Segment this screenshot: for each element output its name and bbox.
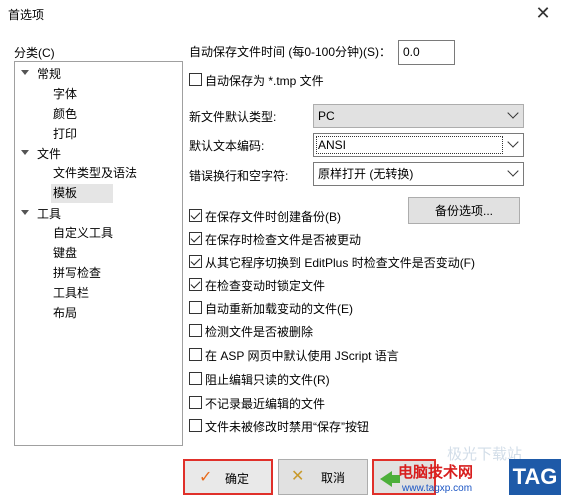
newline-label: 错误换行和空字符: — [189, 169, 289, 183]
checkbox-box[interactable] — [189, 301, 202, 314]
new-file-type-select[interactable]: PC — [313, 104, 524, 128]
select-value: PC — [318, 109, 335, 123]
checkbox-label: 从其它程序切换到 EditPlus 时检查文件是否变动(F) — [205, 256, 476, 270]
checkbox-box[interactable] — [189, 324, 202, 337]
checkbox-box[interactable] — [189, 348, 202, 361]
checkbox-label: 不记录最近编辑的文件 — [205, 397, 326, 411]
watermark-tag-logo: TAG — [509, 459, 561, 495]
checkmark-icon: ✓ — [199, 469, 213, 486]
autosave-label: 自动保存文件时间 (每0-100分钟)(S)： — [189, 45, 392, 59]
category-label: 分类(C) — [14, 46, 55, 60]
ok-button[interactable]: ✓ 确定 — [183, 459, 273, 495]
preferences-dialog: 首选项 ✕ 分类(C) 常规 字体 颜色 打印 文件 文件类型及语法 模板 工具… — [0, 0, 561, 499]
checkbox-box[interactable] — [189, 419, 202, 432]
cancel-button[interactable]: ✕ 取消 — [278, 459, 368, 495]
option-checkbox[interactable]: 自动重新加载变动的文件(E) — [189, 299, 399, 317]
expand-icon[interactable] — [21, 210, 29, 215]
tree-item-template[interactable]: 模板 — [51, 184, 113, 203]
expand-icon[interactable] — [21, 70, 29, 75]
tree-item-font[interactable]: 字体 — [53, 85, 77, 104]
option-checkbox[interactable]: 在保存文件时创建备份(B) — [189, 207, 399, 225]
checkbox-label: 自动重新加载变动的文件(E) — [205, 302, 353, 316]
chevron-down-icon[interactable] — [503, 163, 523, 185]
new-file-type-label: 新文件默认类型: — [189, 110, 277, 124]
checkbox-box[interactable] — [189, 372, 202, 385]
encoding-label: 默认文本编码: — [189, 139, 265, 153]
checkbox-label: 在检查变动时锁定文件 — [205, 279, 326, 293]
tree-item-label: 布局 — [53, 306, 78, 320]
tree-item-label: 常规 — [37, 67, 62, 81]
chevron-down-icon[interactable] — [503, 134, 523, 156]
tree-item-label: 工具栏 — [53, 286, 90, 300]
tree-item-label: 模板 — [53, 186, 78, 200]
option-checkbox[interactable]: 在检查变动时锁定文件 — [189, 276, 399, 294]
select-value: 原样打开 (无转换) — [318, 167, 414, 181]
tree-item-keyboard[interactable]: 键盘 — [53, 244, 77, 263]
tree-item-label: 字体 — [53, 87, 78, 101]
chevron-down-icon[interactable] — [503, 105, 523, 127]
tree-item-spellcheck[interactable]: 拼写检查 — [53, 264, 101, 283]
checkbox-label: 在 ASP 网页中默认使用 JScript 语言 — [205, 349, 399, 363]
checkbox-label: 自动保存为 *.tmp 文件 — [205, 74, 324, 88]
option-checkbox[interactable]: 文件未被修改时禁用“保存”按钮 — [189, 417, 419, 435]
select-value: ANSI — [318, 138, 347, 152]
autosave-input[interactable]: 0.0 — [398, 40, 455, 65]
tree-item-label: 自定义工具 — [53, 226, 114, 240]
encoding-select[interactable]: ANSI — [313, 133, 524, 157]
close-icon[interactable]: ✕ — [530, 1, 556, 25]
watermark-url: www.tagxp.com — [402, 483, 473, 494]
tree-item-label: 键盘 — [53, 246, 78, 260]
tree-item-label: 文件 — [37, 147, 62, 161]
expand-icon[interactable] — [21, 150, 29, 155]
checkbox-box[interactable] — [189, 255, 202, 268]
category-tree[interactable]: 常规 字体 颜色 打印 文件 文件类型及语法 模板 工具 自定义工具 键盘 拼写… — [14, 61, 183, 446]
checkbox-box[interactable] — [189, 73, 202, 86]
checkbox-box[interactable] — [189, 396, 202, 409]
checkbox-box[interactable] — [189, 209, 202, 222]
option-checkbox[interactable]: 阻止编辑只读的文件(R) — [189, 370, 399, 388]
newline-select[interactable]: 原样打开 (无转换) — [313, 162, 524, 186]
tree-item-label: 颜色 — [53, 107, 78, 121]
autosave-tmp-checkbox[interactable]: 自动保存为 *.tmp 文件 — [189, 71, 389, 89]
checkbox-label: 检测文件是否被删除 — [205, 325, 314, 339]
tree-item-label: 工具 — [37, 207, 62, 221]
checkbox-label: 在保存时检查文件是否被更动 — [205, 233, 362, 247]
window-title: 首选项 — [8, 8, 45, 22]
checkbox-label: 阻止编辑只读的文件(R) — [205, 373, 330, 387]
option-checkbox[interactable]: 在 ASP 网页中默认使用 JScript 语言 — [189, 346, 449, 364]
watermark: 电脑技术网 www.tagxp.com TAG — [398, 459, 561, 499]
tree-item-user-tools[interactable]: 自定义工具 — [53, 224, 113, 243]
tree-item-filetypes[interactable]: 文件类型及语法 — [53, 164, 137, 183]
tree-item-layout[interactable]: 布局 — [53, 304, 77, 323]
tree-item-label: 拼写检查 — [53, 266, 102, 280]
tree-item-label: 打印 — [53, 127, 78, 141]
title-bar: 首选项 ✕ — [0, 0, 561, 27]
tree-item-label: 文件类型及语法 — [53, 166, 138, 180]
option-checkbox[interactable]: 检测文件是否被删除 — [189, 322, 399, 340]
checkbox-box[interactable] — [189, 232, 202, 245]
tree-item-print[interactable]: 打印 — [53, 125, 77, 144]
checkbox-label: 文件未被修改时禁用“保存”按钮 — [205, 420, 369, 434]
backup-options-button[interactable]: 备份选项... — [408, 197, 520, 224]
option-checkbox[interactable]: 从其它程序切换到 EditPlus 时检查文件是否变动(F) — [189, 253, 509, 271]
checkbox-label: 在保存文件时创建备份(B) — [205, 210, 341, 224]
tree-item-color[interactable]: 颜色 — [53, 105, 77, 124]
option-checkbox[interactable]: 不记录最近编辑的文件 — [189, 394, 399, 412]
ok-label: 确定 — [225, 472, 250, 486]
checkbox-box[interactable] — [189, 278, 202, 291]
watermark-title: 电脑技术网 — [398, 464, 474, 481]
option-checkbox[interactable]: 在保存时检查文件是否被更动 — [189, 230, 399, 248]
cancel-label: 取消 — [321, 471, 346, 485]
cancel-x-icon: ✕ — [291, 468, 305, 485]
tree-item-toolbar[interactable]: 工具栏 — [53, 284, 89, 303]
